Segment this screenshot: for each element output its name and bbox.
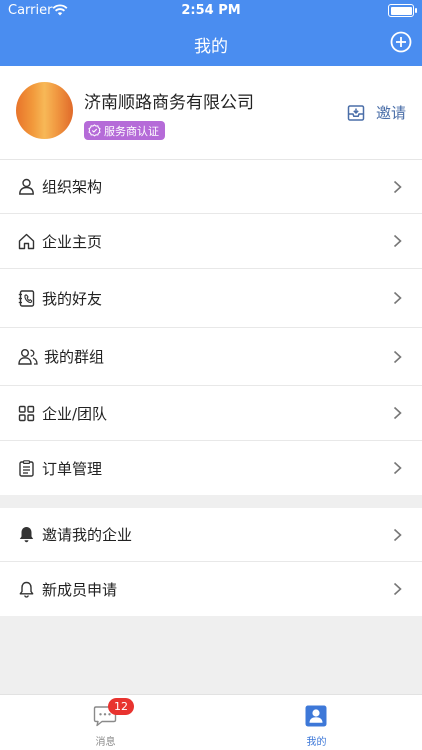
page-title: 我的 [194, 37, 228, 57]
menu-item-label: 我的好友 [42, 289, 103, 308]
chevron-right-icon [393, 291, 402, 305]
menu-item-label: 企业/团队 [42, 404, 108, 423]
menu-item-label: 邀请我的企业 [42, 526, 133, 544]
group-icon [18, 349, 38, 365]
chevron-right-icon [393, 234, 402, 248]
menu-item-groups[interactable]: 我的群组 [0, 328, 422, 386]
verified-icon [88, 124, 101, 137]
menu-item-organization[interactable]: 组织架构 [0, 160, 422, 214]
tab-messages[interactable]: 12 消息 [0, 695, 211, 750]
grid-icon [18, 405, 35, 421]
menu-item-label: 新成员申请 [42, 580, 118, 599]
chevron-right-icon [393, 582, 402, 596]
battery-icon [388, 4, 417, 17]
tab-label: 消息 [95, 737, 116, 748]
avatar[interactable] [16, 82, 73, 139]
clipboard-icon [19, 459, 34, 477]
add-button[interactable] [390, 31, 412, 53]
tab-mine[interactable]: 我的 [211, 695, 422, 750]
bell-filled-icon [19, 527, 34, 543]
status-bar: Carrier 2:54 PM [0, 0, 422, 22]
menu-item-company-invites[interactable]: 邀请我的企业 [0, 508, 422, 562]
home-icon [18, 233, 35, 249]
tab-bar: 12 消息 我的 [0, 694, 422, 750]
menu-item-label: 企业主页 [42, 232, 103, 251]
menu-item-label: 组织架构 [42, 178, 103, 196]
menu-item-company-home[interactable]: 企业主页 [0, 214, 422, 269]
menu-group-notifications: 邀请我的企业 新成员申请 [0, 508, 422, 616]
invite-button[interactable]: 邀请 [347, 102, 406, 123]
chevron-right-icon [393, 406, 402, 420]
invite-label: 邀请 [375, 104, 406, 122]
invite-icon [347, 104, 365, 121]
menu-item-friends[interactable]: 我的好友 [0, 269, 422, 328]
certification-text: 服务商认证 [104, 124, 159, 138]
certification-badge: 服务商认证 [84, 121, 165, 140]
person-icon [19, 178, 34, 195]
chevron-right-icon [393, 461, 402, 475]
profile-card-icon [305, 705, 327, 727]
chevron-right-icon [393, 350, 402, 363]
clock: 2:54 PM [181, 3, 241, 18]
menu-group-main: 组织架构 企业主页 我的好友 我的群组 企业/团队 订单管理 [0, 160, 422, 495]
menu-item-label: 我的群组 [44, 348, 105, 366]
company-name: 济南顺路商务有限公司 [84, 93, 254, 113]
menu-item-company-team[interactable]: 企业/团队 [0, 386, 422, 441]
chevron-right-icon [393, 528, 402, 541]
contacts-icon [18, 289, 35, 307]
menu-item-label: 订单管理 [42, 459, 103, 478]
menu-item-member-requests[interactable]: 新成员申请 [0, 562, 422, 616]
bell-outline-icon [19, 581, 34, 598]
menu-item-orders[interactable]: 订单管理 [0, 441, 422, 495]
profile-card[interactable]: 济南顺路商务有限公司 服务商认证 邀请 [0, 66, 422, 160]
tab-label: 我的 [306, 737, 327, 748]
top-bar: Carrier 2:54 PM 我的 [0, 0, 422, 66]
unread-count-badge: 12 [108, 698, 134, 715]
chevron-right-icon [393, 180, 402, 193]
